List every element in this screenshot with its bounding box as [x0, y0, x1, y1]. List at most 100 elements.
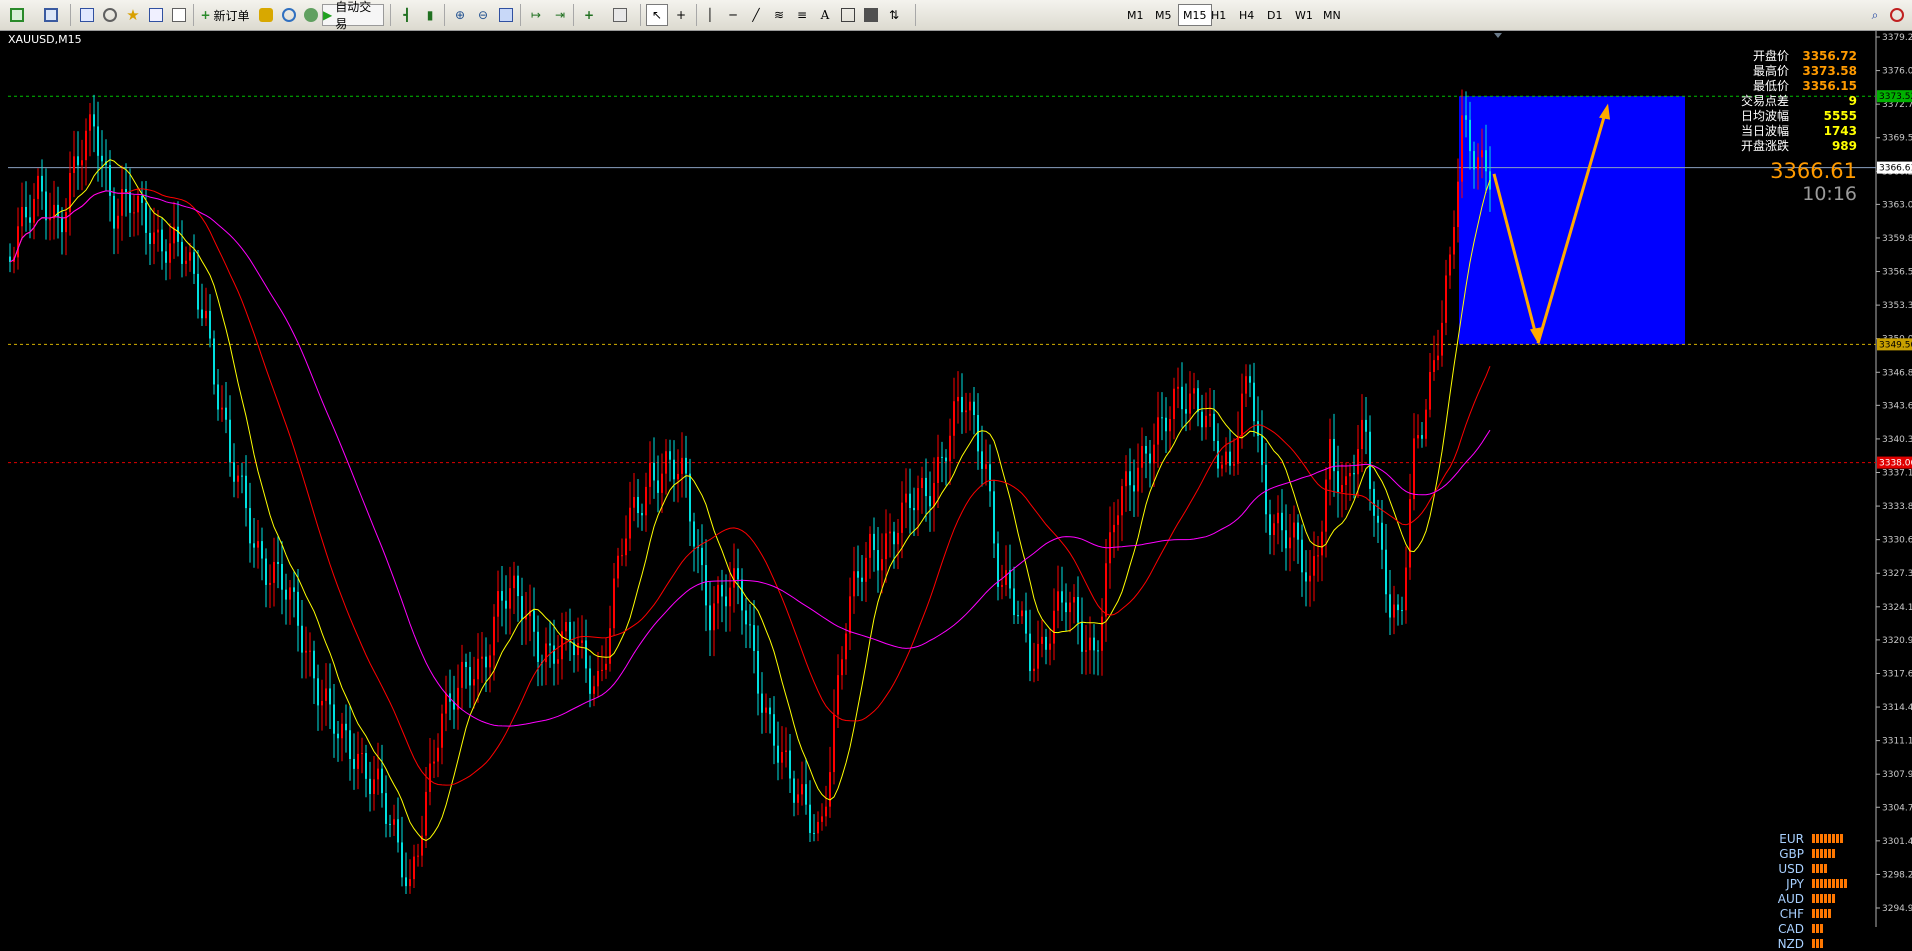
candle-body	[505, 600, 507, 609]
candle-body	[625, 538, 627, 556]
indicators-icon[interactable]: +	[578, 4, 600, 26]
candle-body	[981, 451, 983, 469]
candle-body	[813, 832, 815, 834]
candle-body	[881, 559, 883, 571]
candle-body	[493, 616, 495, 656]
candle-body	[1365, 419, 1367, 432]
new-chart-icon[interactable]	[6, 4, 28, 26]
timeframe-h4[interactable]: H4	[1234, 4, 1259, 26]
strategy-tester-icon[interactable]	[168, 4, 190, 26]
timeframe-w1[interactable]: W1	[1290, 4, 1318, 26]
vertical-line-icon[interactable]: │	[699, 4, 721, 26]
candle-body	[941, 456, 943, 458]
candle-body	[1429, 371, 1431, 410]
candle-body	[553, 645, 555, 664]
market-icon[interactable]	[300, 4, 322, 26]
chart-canvas: 3379.253376.003372.753369.503366.253363.…	[8, 31, 1912, 927]
candle-body	[113, 195, 115, 229]
candle-body	[777, 745, 779, 763]
candle-body	[1313, 556, 1315, 576]
notifications-icon[interactable]	[1886, 4, 1908, 26]
candle-body	[1033, 668, 1035, 672]
currency-strength-bars	[1812, 924, 1852, 933]
candle-body	[1285, 530, 1287, 549]
candle-body	[393, 819, 395, 825]
signals-icon[interactable]	[278, 4, 300, 26]
candle-body	[689, 473, 691, 522]
search-icon[interactable]: ⌕	[1864, 4, 1886, 26]
ma-fast-line	[9, 159, 1491, 842]
trendline-icon[interactable]: ╱	[745, 4, 767, 26]
candle-body	[257, 541, 259, 548]
timeframe-m5[interactable]: M5	[1150, 4, 1177, 26]
price-chart[interactable]: 3379.253376.003372.753369.503366.253363.…	[0, 31, 1912, 951]
candle-body	[441, 713, 443, 748]
candle-body	[1197, 388, 1199, 412]
toolbar-separator	[390, 4, 391, 26]
price-marker-label: 3349.50	[1879, 340, 1912, 350]
terminal-icon[interactable]	[145, 4, 167, 26]
candle-body	[1245, 376, 1247, 394]
strength-bar	[1816, 939, 1819, 948]
navigator-icon[interactable]	[99, 4, 121, 26]
candle-body	[89, 114, 91, 131]
timeframe-mn[interactable]: MN	[1318, 4, 1346, 26]
candle-body	[809, 804, 811, 833]
price-marker-label: 3338.06	[1879, 459, 1912, 469]
text-label-icon[interactable]	[837, 4, 859, 26]
auto-trading-button[interactable]: ▶ 自动交易	[322, 0, 384, 31]
candle-body	[681, 457, 683, 474]
templates-icon[interactable]	[609, 4, 631, 26]
strength-bar	[1840, 834, 1843, 843]
currency-name: CAD	[1778, 921, 1804, 936]
rectangle-tool-icon[interactable]	[860, 4, 882, 26]
arrows-tool-icon[interactable]: ⇅	[883, 4, 905, 26]
candle-body	[29, 217, 31, 223]
strength-bar	[1824, 879, 1827, 888]
fibonacci-icon[interactable]: ≡	[791, 4, 813, 26]
cursor-icon[interactable]: ↖	[646, 4, 668, 26]
crosshair-icon[interactable]: +	[670, 4, 692, 26]
horizontal-line-icon[interactable]: ─	[722, 4, 744, 26]
candle-body	[1125, 471, 1127, 487]
candle-body	[181, 241, 183, 264]
candle-body	[1137, 467, 1139, 492]
candle-body	[589, 668, 591, 694]
candle-body	[1149, 453, 1151, 464]
forecast-rectangle	[1459, 96, 1685, 345]
market-watch-icon[interactable]	[76, 4, 98, 26]
candle-body	[325, 688, 327, 701]
candle-body	[169, 243, 171, 263]
candle-body	[549, 643, 551, 646]
zoom-in-icon[interactable]: ⊕	[449, 4, 471, 26]
auto-scroll-icon[interactable]: ↦	[525, 4, 547, 26]
favorites-icon[interactable]: ★	[122, 4, 144, 26]
text-tool-icon[interactable]: A	[814, 4, 836, 26]
candle-body	[1289, 537, 1291, 549]
timeframe-m1[interactable]: M1	[1122, 4, 1149, 26]
chart-shift-icon[interactable]: ⇥	[549, 4, 571, 26]
price-tick-label: 3330.60	[1882, 536, 1912, 546]
timeframe-d1[interactable]: D1	[1262, 4, 1287, 26]
bar-countdown-timer: 10:16	[1802, 183, 1857, 205]
toolbar-separator	[193, 4, 194, 26]
new-order-button[interactable]: + 新订单	[199, 4, 251, 26]
gold-icon[interactable]	[255, 4, 277, 26]
equidistant-channel-icon[interactable]: ≋	[768, 4, 790, 26]
profiles-icon[interactable]	[40, 4, 62, 26]
candlestick-icon[interactable]: ▮	[419, 4, 441, 26]
candle-body	[605, 663, 607, 670]
zoom-out-icon[interactable]: ⊖	[472, 4, 494, 26]
strength-bar	[1824, 834, 1827, 843]
candle-body	[641, 513, 643, 516]
currency-row: EUR	[1770, 831, 1852, 846]
candle-body	[1029, 633, 1031, 672]
candle-body	[373, 779, 375, 795]
tile-windows-icon[interactable]	[495, 4, 517, 26]
toolbar-separator	[696, 4, 697, 26]
candle-body	[33, 198, 35, 223]
bar-chart-icon[interactable]: ┫	[396, 4, 418, 26]
timeframe-h1[interactable]: H1	[1206, 4, 1231, 26]
candle-body	[1277, 512, 1279, 524]
candle-body	[461, 661, 463, 688]
